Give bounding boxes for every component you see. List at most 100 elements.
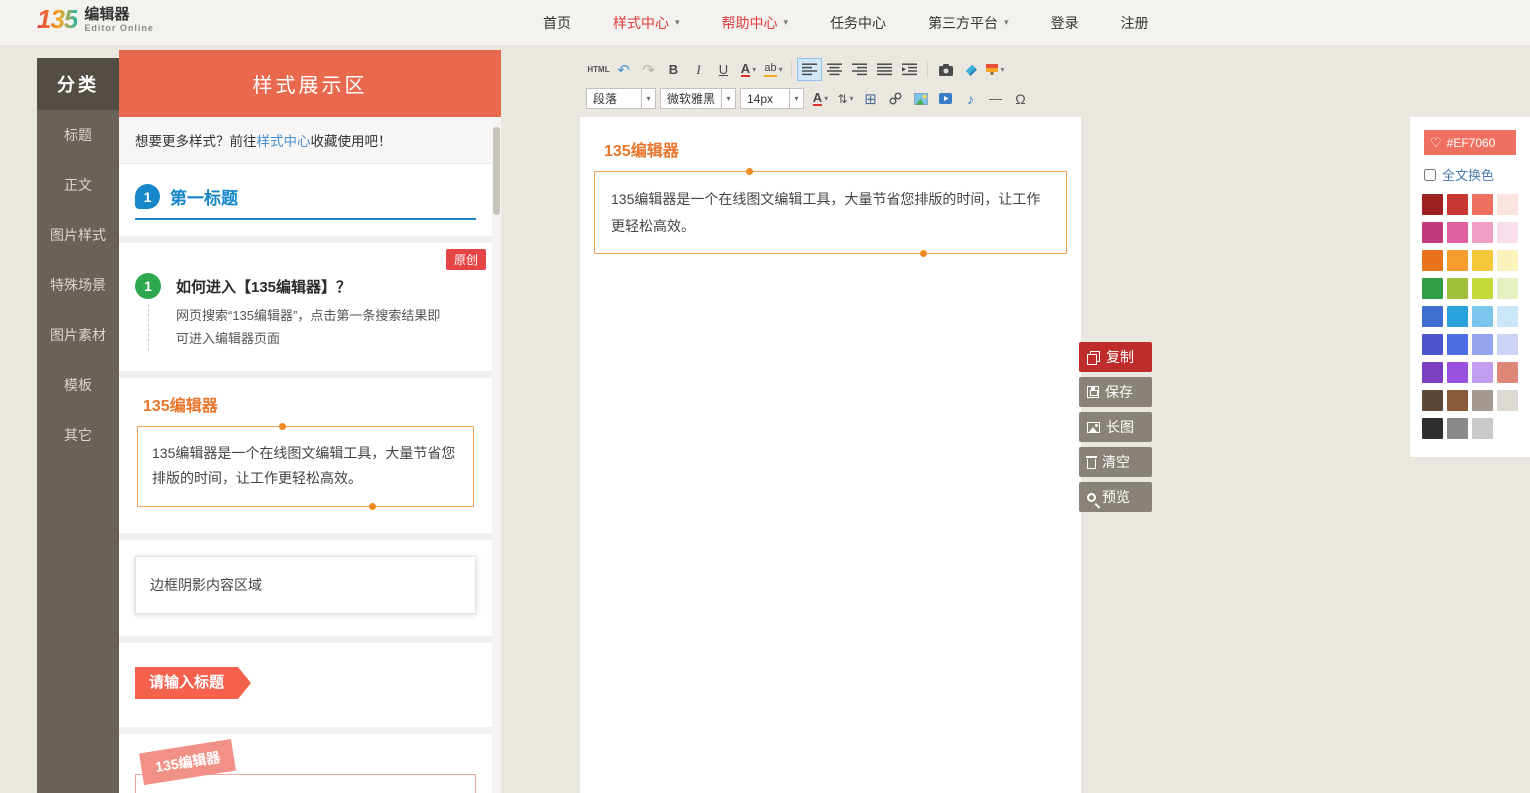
- save-button[interactable]: 保存: [1079, 377, 1152, 407]
- color-swatch[interactable]: [1497, 390, 1518, 411]
- insert-music-button[interactable]: ♪: [959, 88, 982, 109]
- special-char-button[interactable]: Ω: [1009, 88, 1032, 109]
- paragraph-select[interactable]: 段落 ▾: [586, 88, 656, 109]
- highlight-color-dropdown[interactable]: ab ▾: [762, 59, 785, 80]
- color-swatch[interactable]: [1447, 362, 1468, 383]
- horizontal-rule-button[interactable]: —: [984, 88, 1007, 109]
- sidebar-item-other[interactable]: 其它: [37, 410, 119, 460]
- color-swatch[interactable]: [1422, 418, 1443, 439]
- insert-video-button[interactable]: [934, 88, 957, 109]
- nav-home[interactable]: 首页: [543, 13, 571, 33]
- color-swatch[interactable]: [1422, 222, 1443, 243]
- sidebar-item-image-style[interactable]: 图片样式: [37, 210, 119, 260]
- screenshot-button[interactable]: [934, 59, 957, 80]
- underline-button[interactable]: U: [712, 59, 735, 80]
- sidebar-item-image-material[interactable]: 图片素材: [37, 310, 119, 360]
- sidebar-item-special-scene[interactable]: 特殊场景: [37, 260, 119, 310]
- color-swatch[interactable]: [1497, 222, 1518, 243]
- link-button[interactable]: [884, 88, 907, 109]
- color-swatch[interactable]: [1422, 334, 1443, 355]
- color-swatch[interactable]: [1447, 194, 1468, 215]
- align-center-button[interactable]: [823, 59, 846, 80]
- color-swatch[interactable]: [1472, 194, 1493, 215]
- color-swatch[interactable]: [1497, 250, 1518, 271]
- full-text-recolor-checkbox[interactable]: [1424, 169, 1436, 181]
- align-left-button[interactable]: [798, 59, 821, 80]
- text-color-dropdown[interactable]: A ▾: [809, 88, 832, 109]
- color-swatch[interactable]: [1447, 250, 1468, 271]
- clear-format-button[interactable]: [959, 59, 982, 80]
- color-swatch[interactable]: [1422, 250, 1443, 271]
- sidebar-item-template[interactable]: 模板: [37, 360, 119, 410]
- color-swatch[interactable]: [1472, 278, 1493, 299]
- color-swatch[interactable]: [1422, 194, 1443, 215]
- color-swatch[interactable]: [1422, 362, 1443, 383]
- color-swatch[interactable]: [1447, 306, 1468, 327]
- line-height-dropdown[interactable]: ⇅ ▾: [834, 88, 857, 109]
- italic-button[interactable]: I: [687, 59, 710, 80]
- font-family-select[interactable]: 微软雅黑 ▾: [660, 88, 736, 109]
- style-sample-pink-box[interactable]: 135编辑器 135编辑器提供非常好用的微信图文编辑器。可以随心所欲的变换颜色调…: [119, 734, 492, 793]
- magnifier-icon: [1087, 493, 1096, 502]
- nav-help-center[interactable]: 帮助中心 ▾: [722, 13, 789, 33]
- undo-icon[interactable]: ↶: [612, 59, 635, 80]
- style-sample-orange-box[interactable]: 135编辑器 135编辑器是一个在线图文编辑工具，大量节省您排版的时间，让工作更…: [119, 378, 492, 541]
- insert-image-button[interactable]: [909, 88, 932, 109]
- html-source-button[interactable]: HTML: [587, 59, 610, 80]
- color-swatch[interactable]: [1447, 278, 1468, 299]
- bold-button[interactable]: B: [662, 59, 685, 80]
- color-swatch[interactable]: [1472, 222, 1493, 243]
- notice-style-center-link[interactable]: 样式中心: [257, 130, 311, 150]
- color-swatch[interactable]: [1472, 306, 1493, 327]
- color-swatch[interactable]: [1497, 418, 1518, 439]
- full-text-recolor-toggle[interactable]: 全文换色: [1424, 165, 1516, 184]
- color-swatch[interactable]: [1472, 362, 1493, 383]
- color-swatch[interactable]: [1497, 334, 1518, 355]
- font-color-dropdown[interactable]: A ▾: [737, 59, 760, 80]
- color-swatch[interactable]: [1497, 306, 1518, 327]
- copy-button[interactable]: 复制: [1079, 342, 1152, 372]
- color-swatch[interactable]: [1472, 390, 1493, 411]
- color-swatch[interactable]: [1447, 390, 1468, 411]
- style-sample-shadow-box[interactable]: 边框阴影内容区域: [119, 540, 492, 643]
- color-swatch[interactable]: [1472, 418, 1493, 439]
- color-swatch[interactable]: [1472, 250, 1493, 271]
- nav-style-center[interactable]: 样式中心 ▾: [613, 13, 680, 33]
- nav-login[interactable]: 登录: [1051, 13, 1079, 33]
- color-swatch[interactable]: [1497, 278, 1518, 299]
- align-right-button[interactable]: [848, 59, 871, 80]
- editor-content-area[interactable]: 135编辑器 135编辑器是一个在线图文编辑工具，大量节省您排版的时间，让工作更…: [580, 117, 1081, 793]
- nav-task-center[interactable]: 任务中心: [830, 13, 886, 33]
- scrollbar-thumb[interactable]: [493, 127, 500, 215]
- color-swatch[interactable]: [1422, 306, 1443, 327]
- nav-register[interactable]: 注册: [1121, 13, 1149, 33]
- style-sample-ribbon[interactable]: 请输入标题: [119, 643, 492, 734]
- sidebar-item-body[interactable]: 正文: [37, 160, 119, 210]
- redo-icon[interactable]: ↷: [637, 59, 660, 80]
- dot-decoration: [920, 250, 927, 257]
- color-swatch[interactable]: [1447, 334, 1468, 355]
- preview-button[interactable]: 预览: [1079, 482, 1152, 512]
- app-logo[interactable]: 135 编辑器 Editor Online: [37, 4, 154, 35]
- color-swatch[interactable]: [1497, 194, 1518, 215]
- current-color-swatch[interactable]: ♡ #EF7060: [1424, 130, 1516, 155]
- format-brush-dropdown[interactable]: ▾: [984, 59, 1007, 80]
- sidebar-item-title[interactable]: 标题: [37, 110, 119, 160]
- color-swatch[interactable]: [1447, 222, 1468, 243]
- align-justify-button[interactable]: [873, 59, 896, 80]
- style-panel-scrollbar[interactable]: [492, 117, 501, 793]
- color-swatch[interactable]: [1447, 418, 1468, 439]
- clear-button[interactable]: 清空: [1079, 447, 1152, 477]
- font-size-select[interactable]: 14px ▾: [740, 88, 804, 109]
- long-image-button[interactable]: 长图: [1079, 412, 1152, 442]
- color-swatch[interactable]: [1472, 334, 1493, 355]
- color-swatch[interactable]: [1422, 390, 1443, 411]
- style-sample-heading[interactable]: 1 第一标题: [119, 164, 492, 243]
- logo-subtitle: Editor Online: [84, 23, 154, 33]
- color-swatch[interactable]: [1497, 362, 1518, 383]
- color-swatch[interactable]: [1422, 278, 1443, 299]
- nav-third-party[interactable]: 第三方平台 ▾: [928, 13, 1009, 33]
- style-sample-qa[interactable]: 原创 1 如何进入【135编辑器】？ 网页搜索“135编辑器”，点击第一条搜索结…: [119, 243, 492, 378]
- table-button[interactable]: ⊞: [859, 88, 882, 109]
- indent-button[interactable]: [898, 59, 921, 80]
